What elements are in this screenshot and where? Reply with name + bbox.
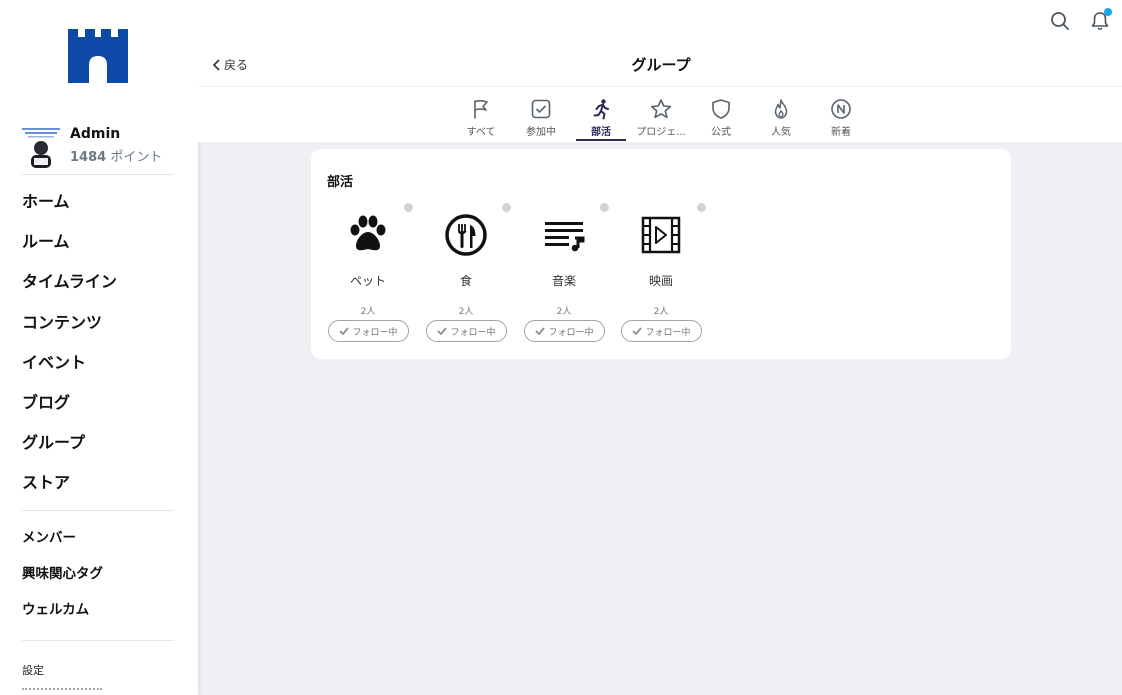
- sub-nav: メンバー 興味関心タグ ウェルカム: [22, 520, 182, 628]
- nav-item-home[interactable]: ホーム: [22, 182, 182, 222]
- nav-item-welcome[interactable]: ウェルカム: [22, 592, 182, 628]
- tab-joined[interactable]: 参加中: [513, 96, 569, 142]
- nav-item-blog[interactable]: ブログ: [22, 383, 182, 423]
- member-count: 2人: [653, 307, 669, 317]
- nav-item-interest-tags[interactable]: 興味関心タグ: [22, 556, 182, 592]
- status-dot: [697, 203, 706, 212]
- follow-button[interactable]: フォロー中: [524, 320, 605, 342]
- nav-item-store[interactable]: ストア: [22, 463, 182, 503]
- tab-project[interactable]: プロジェ...: [633, 96, 689, 142]
- page-title: グループ: [631, 56, 691, 74]
- user-name: Admin: [70, 126, 121, 142]
- active-tab-indicator: [576, 139, 626, 141]
- tab-label: 新着: [831, 127, 851, 138]
- tab-label: 参加中: [526, 127, 556, 138]
- fire-icon: [774, 99, 788, 119]
- flag-icon: [474, 100, 488, 119]
- dining-icon: [445, 214, 487, 256]
- member-count: 2人: [458, 307, 474, 317]
- follow-label: フォロー中: [548, 327, 594, 338]
- new-icon: [831, 99, 851, 119]
- nav-item-contents[interactable]: コンテンツ: [22, 303, 182, 343]
- group-item-music[interactable]: 音楽 2人 フォロー中: [522, 199, 609, 349]
- sidebar: Admin 1484 ポイント ホーム ルーム タイムライン コンテンツ イベン…: [0, 0, 198, 695]
- divider: [22, 510, 174, 511]
- member-count: 2人: [360, 307, 376, 317]
- points-value: 1484: [70, 150, 107, 165]
- divider: [22, 174, 174, 175]
- paw-icon: [350, 215, 386, 251]
- tab-label: プロジェ...: [636, 127, 686, 138]
- nav-item-event[interactable]: イベント: [22, 343, 182, 383]
- check-icon: [632, 327, 643, 335]
- group-name: 音楽: [551, 274, 576, 288]
- music-list-icon: [545, 222, 585, 252]
- group-section-card: 部活 ペット 2人 フォロー中 食 2人 フォロー中 音楽 2人 フォロー中 映…: [311, 149, 1011, 359]
- group-item-movie[interactable]: 映画 2人 フォロー中: [619, 199, 706, 349]
- tab-new[interactable]: 新着: [813, 96, 869, 142]
- nav-item-group[interactable]: グループ: [22, 423, 182, 463]
- tab-official[interactable]: 公式: [693, 96, 749, 142]
- check-icon: [339, 327, 350, 335]
- chevron-left-icon: [212, 58, 220, 71]
- castle-logo-icon[interactable]: [68, 29, 128, 83]
- points-unit: ポイント: [110, 150, 163, 165]
- follow-button[interactable]: フォロー中: [621, 320, 702, 342]
- shield-icon: [712, 99, 730, 119]
- check-icon: [535, 327, 546, 335]
- user-points: 1484 ポイント: [70, 146, 162, 165]
- follow-button[interactable]: フォロー中: [426, 320, 507, 342]
- group-name: ペット: [349, 274, 386, 288]
- group-name: 食: [459, 274, 472, 288]
- user-profile[interactable]: Admin 1484 ポイント: [22, 124, 174, 172]
- divider: [22, 640, 174, 641]
- back-label: 戻る: [224, 58, 249, 72]
- main-nav: ホーム ルーム タイムライン コンテンツ イベント ブログ グループ ストア: [22, 182, 182, 504]
- tab-popular[interactable]: 人気: [753, 96, 809, 142]
- film-icon: [641, 216, 681, 254]
- follow-button[interactable]: フォロー中: [328, 320, 409, 342]
- group-item-pet[interactable]: ペット 2人 フォロー中: [326, 199, 413, 349]
- settings-link[interactable]: 設定: [22, 662, 44, 678]
- divider: [198, 86, 1122, 87]
- tab-label: すべて: [466, 127, 496, 138]
- status-dot: [600, 203, 609, 212]
- member-count: 2人: [556, 307, 572, 317]
- tab-label: 人気: [771, 127, 791, 138]
- check-icon: [437, 327, 448, 335]
- tab-all[interactable]: すべて: [453, 96, 509, 142]
- group-item-food[interactable]: 食 2人 フォロー中: [424, 199, 511, 349]
- follow-label: フォロー中: [645, 327, 691, 338]
- group-name: 映画: [648, 274, 673, 288]
- checkbox-icon: [531, 99, 551, 119]
- star-icon: [650, 99, 672, 119]
- notification-badge: [1104, 8, 1112, 16]
- tab-label: 部活: [591, 127, 611, 138]
- status-dot: [404, 203, 413, 212]
- running-icon: [593, 99, 609, 120]
- follow-label: フォロー中: [450, 327, 496, 338]
- tab-label: 公式: [711, 127, 731, 138]
- section-title: 部活: [327, 175, 354, 190]
- nav-item-members[interactable]: メンバー: [22, 520, 182, 556]
- search-icon[interactable]: [1049, 10, 1071, 32]
- status-dot: [502, 203, 511, 212]
- back-button[interactable]: 戻る: [212, 56, 248, 73]
- tab-club[interactable]: 部活: [573, 96, 629, 142]
- follow-label: フォロー中: [352, 327, 398, 338]
- truncated-item: [22, 688, 102, 694]
- avatar: [22, 128, 60, 168]
- nav-item-room[interactable]: ルーム: [22, 222, 182, 262]
- nav-item-timeline[interactable]: タイムライン: [22, 262, 182, 302]
